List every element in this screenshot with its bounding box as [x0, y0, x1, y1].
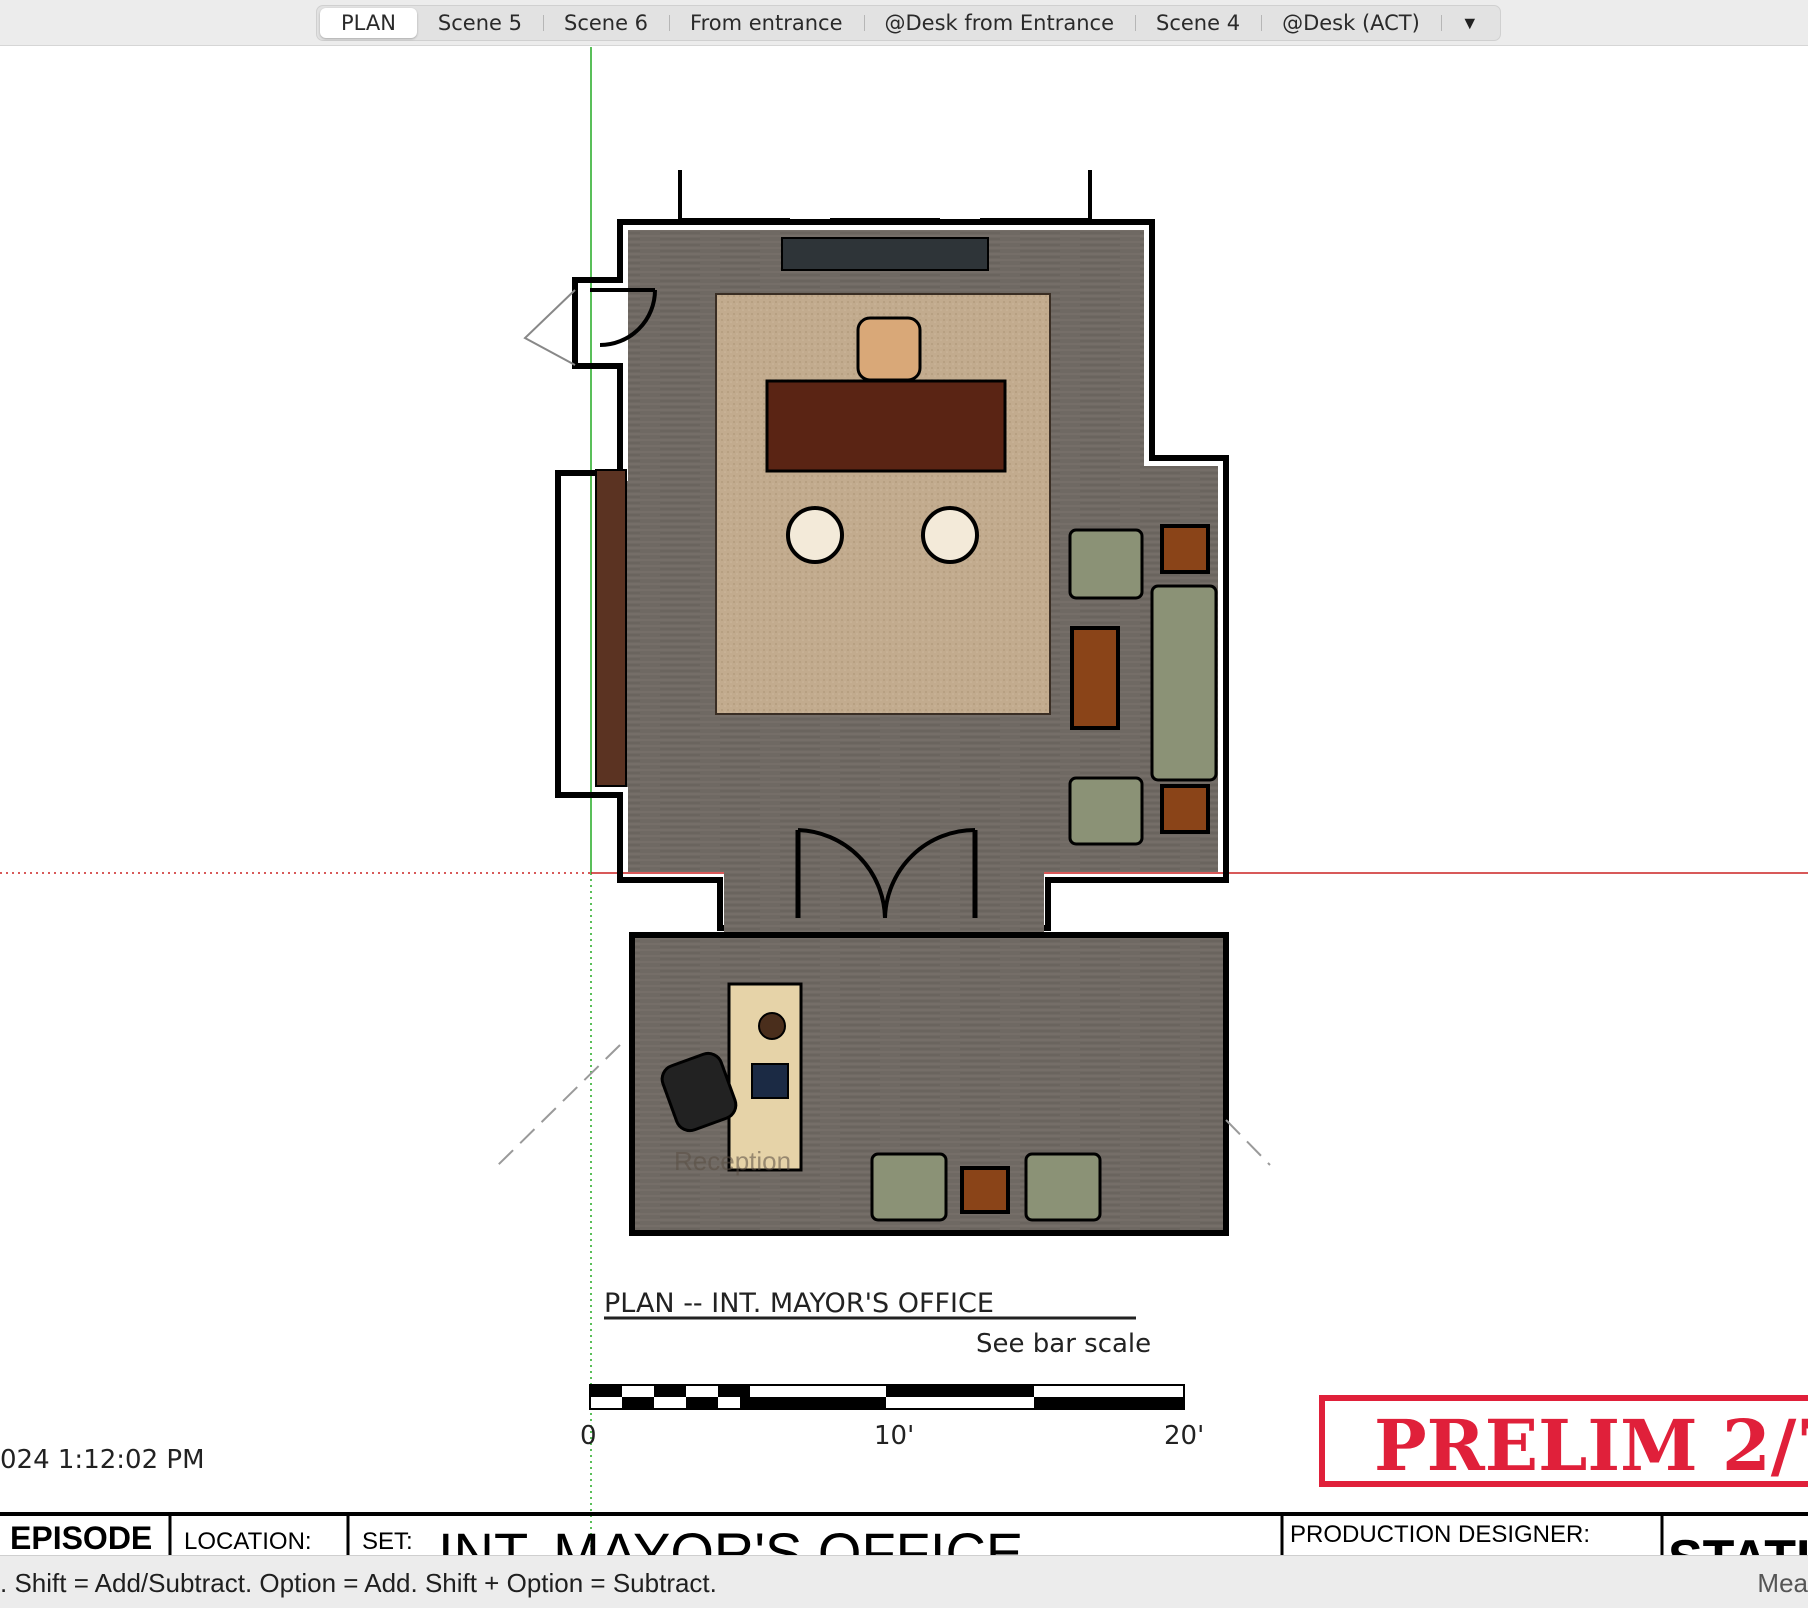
- tab-scene-4[interactable]: Scene 4: [1135, 8, 1261, 38]
- scene-tab-bar: PLAN Scene 5 Scene 6 From entrance @Desk…: [0, 0, 1808, 46]
- desk-item: [758, 1012, 786, 1040]
- reception-chair-left: [870, 1152, 948, 1222]
- reception-chair-right: [1024, 1152, 1102, 1222]
- set-value: INT. MAYOR'S OFFICE: [438, 1521, 1023, 1555]
- scale-note: See bar scale: [976, 1329, 1151, 1359]
- room-label: Reception: [674, 1146, 791, 1176]
- timestamp: 024 1:12:02 PM: [0, 1445, 205, 1475]
- tab-desk-act[interactable]: @Desk (ACT): [1261, 8, 1441, 38]
- sofa: [1150, 584, 1218, 782]
- title-block-cutoff: STATIC: [1668, 1530, 1808, 1555]
- designer-label: PRODUCTION DESIGNER:: [1290, 1521, 1590, 1548]
- floor-plan-drawing: Reception PLAN -- INT. MAYOR'S OFFICE Se…: [0, 47, 1808, 1555]
- desk-phone: [751, 1063, 789, 1099]
- armchair-lower: [1068, 776, 1144, 846]
- scale-label-20: 20': [1164, 1421, 1204, 1451]
- guest-chair-right: [921, 506, 979, 564]
- camera-frustum-left: [497, 1044, 621, 1166]
- window-bay: [678, 170, 1092, 222]
- wall-cabinet: [595, 469, 627, 787]
- camera-frustum-right: [1225, 1119, 1271, 1166]
- credenza: [781, 237, 989, 271]
- tab-scene-5[interactable]: Scene 5: [417, 8, 543, 38]
- scale-label-0: 0: [580, 1421, 597, 1451]
- guest-chair-left: [786, 506, 844, 564]
- plan-title: PLAN -- INT. MAYOR'S OFFICE: [604, 1288, 994, 1319]
- side-table-upper: [1160, 524, 1210, 574]
- mayor-desk: [765, 379, 1007, 473]
- side-table-lower: [1160, 784, 1210, 834]
- prelim-stamp-text: PRELIM 2/7/: [1374, 1404, 1808, 1487]
- set-label: SET:: [362, 1528, 413, 1555]
- armchair-upper: [1068, 528, 1144, 600]
- reception-table: [960, 1166, 1010, 1214]
- scale-label-10: 10': [874, 1421, 914, 1451]
- door-ghost-swing: [523, 289, 576, 366]
- location-label: LOCATION:: [184, 1528, 312, 1555]
- desk-chair: [856, 316, 922, 382]
- measurements-label: Mea: [1757, 1568, 1808, 1598]
- status-bar: . Shift = Add/Subtract. Option = Add. Sh…: [0, 1555, 1808, 1608]
- scene-tabs: PLAN Scene 5 Scene 6 From entrance @Desk…: [316, 5, 1501, 41]
- tab-desk-from-entrance[interactable]: @Desk from Entrance: [863, 8, 1136, 38]
- tab-from-entrance[interactable]: From entrance: [669, 8, 863, 38]
- tab-plan[interactable]: PLAN: [320, 8, 417, 38]
- tab-scene-6[interactable]: Scene 6: [542, 8, 669, 38]
- drawing-canvas[interactable]: Reception PLAN -- INT. MAYOR'S OFFICE Se…: [0, 47, 1808, 1555]
- more-scenes-dropdown-icon[interactable]: ▼: [1440, 8, 1497, 38]
- status-hint: . Shift = Add/Subtract. Option = Add. Sh…: [0, 1568, 717, 1598]
- episode-label: EPISODE: [10, 1520, 152, 1555]
- coffee-table: [1070, 626, 1120, 730]
